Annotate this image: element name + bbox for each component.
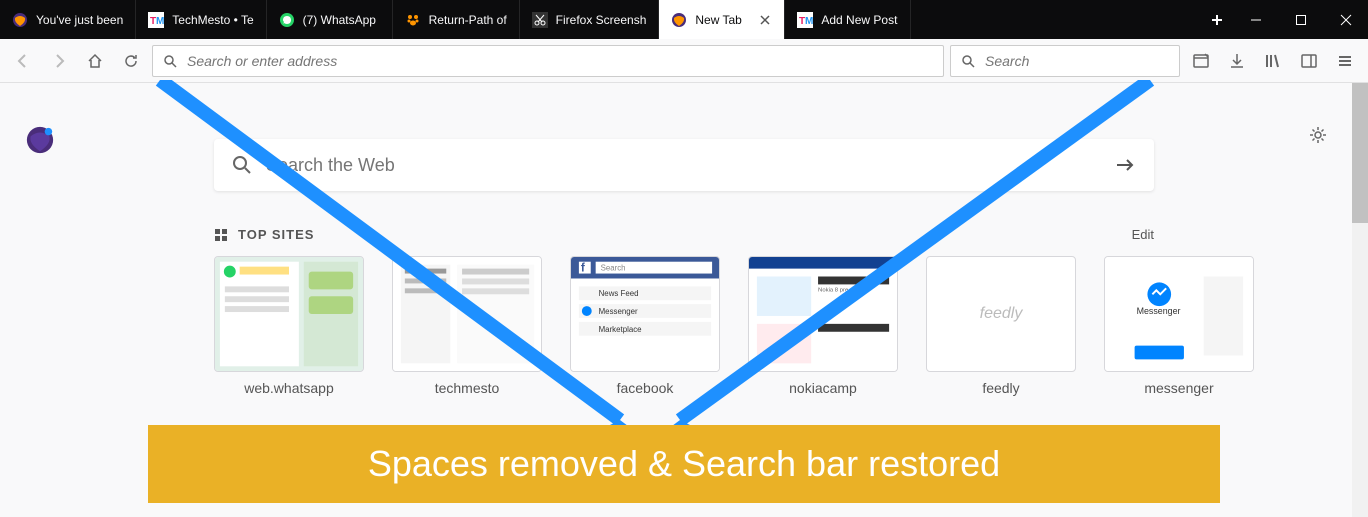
download-icon [1228,52,1246,70]
scrollbar-thumb[interactable] [1352,83,1368,223]
search-input[interactable] [985,53,1169,69]
firefox-logo-icon [25,125,55,155]
banner-text: Spaces removed & Search bar restored [368,443,1000,485]
window-controls [1233,0,1368,39]
hamburger-icon [1336,52,1354,70]
tab-label: Return-Path of [429,13,507,27]
nav-bar [0,39,1368,83]
library-icon [1264,52,1282,70]
paw-icon [405,12,421,28]
menu-button[interactable] [1330,46,1360,76]
svg-text:M: M [156,16,164,27]
tab-4[interactable]: Firefox Screensh [520,0,660,39]
web-search-input[interactable] [266,155,1100,176]
arrow-right-icon [50,52,68,70]
svg-text:Search: Search [601,264,626,273]
svg-text:Messenger: Messenger [1137,306,1181,316]
edit-link[interactable]: Edit [1132,227,1154,242]
svg-text:News Feed: News Feed [599,289,639,298]
site-card-techmesto[interactable]: techmesto [392,256,542,396]
annotation-banner: Spaces removed & Search bar restored [148,425,1220,503]
new-tab-button[interactable] [1201,0,1233,39]
close-icon[interactable] [758,13,772,27]
library-button[interactable] [1258,46,1288,76]
scissors-icon [532,12,548,28]
top-sites-header: TOP SITES Edit [214,227,1154,242]
maximize-button[interactable] [1278,0,1323,39]
site-card-facebook[interactable]: f Search News Feed Messenger Marketplace fac… [570,256,720,396]
tm-icon: TM [797,12,813,28]
back-button[interactable] [8,46,38,76]
reload-button[interactable] [116,46,146,76]
gear-icon[interactable] [1308,125,1328,145]
tab-strip: You've just been TM TechMesto • Te (7) W… [0,0,1201,39]
tab-3[interactable]: Return-Path of [393,0,520,39]
web-search-box[interactable] [214,139,1154,191]
search-bar[interactable] [950,45,1180,77]
arrow-go-icon[interactable] [1114,154,1136,176]
tab-label: New Tab [695,13,750,27]
svg-text:Nokia 8 pre-ord: Nokia 8 pre-ord [818,287,859,293]
top-sites-grid: web.whatsapp techmesto f Search News Feed M… [214,256,1154,396]
search-icon [961,54,975,68]
panel-icon [1300,52,1318,70]
vertical-scrollbar[interactable] [1352,83,1368,517]
site-card-messenger[interactable]: Messenger messenger [1104,256,1254,396]
plus-icon [1210,13,1224,27]
tab-label: Firefox Screensh [556,13,647,27]
url-bar[interactable] [152,45,944,77]
site-label: facebook [570,380,720,396]
url-input[interactable] [187,53,933,69]
whatsapp-icon [279,12,295,28]
tab-5[interactable]: New Tab [659,0,785,39]
site-label: feedly [926,380,1076,396]
site-card-webwhatsapp[interactable]: web.whatsapp [214,256,364,396]
firefox-icon [12,12,28,28]
tm-icon: TM [148,12,164,28]
site-label: messenger [1104,380,1254,396]
tab-1[interactable]: TM TechMesto • Te [136,0,266,39]
tab-label: Add New Post [821,13,898,27]
forward-button[interactable] [44,46,74,76]
search-icon [232,155,252,175]
grid-icon [214,228,228,242]
minimize-button[interactable] [1233,0,1278,39]
site-label: web.whatsapp [214,380,364,396]
tab-sidebar-button[interactable] [1186,46,1216,76]
tab-label: TechMesto • Te [172,13,253,27]
svg-text:Marketplace: Marketplace [599,325,643,334]
downloads-button[interactable] [1222,46,1252,76]
svg-text:Messenger: Messenger [599,307,638,316]
title-bar: You've just been TM TechMesto • Te (7) W… [0,0,1368,39]
tab-0[interactable]: You've just been [0,0,136,39]
svg-text:M: M [805,16,813,27]
svg-text:f: f [581,261,585,275]
sidebar-icon [1192,52,1210,70]
tab-label: (7) WhatsApp [303,13,380,27]
home-icon [86,52,104,70]
sidebar-button[interactable] [1294,46,1324,76]
site-label: techmesto [392,380,542,396]
tab-label: You've just been [36,13,123,27]
site-label: nokiacamp [748,380,898,396]
arrow-left-icon [14,52,32,70]
search-icon [163,54,177,68]
site-card-nokiacamp[interactable]: Nokia 8 pre-ord nokiacamp [748,256,898,396]
center-column: TOP SITES Edit web.whatsapp techmesto f S… [214,83,1154,396]
close-window-button[interactable] [1323,0,1368,39]
reload-icon [122,52,140,70]
tab-2[interactable]: (7) WhatsApp [267,0,393,39]
firefox-icon [671,12,687,28]
tab-6[interactable]: TM Add New Post [785,0,911,39]
top-sites-title: TOP SITES [238,227,314,242]
site-card-feedly[interactable]: feedly feedly [926,256,1076,396]
home-button[interactable] [80,46,110,76]
